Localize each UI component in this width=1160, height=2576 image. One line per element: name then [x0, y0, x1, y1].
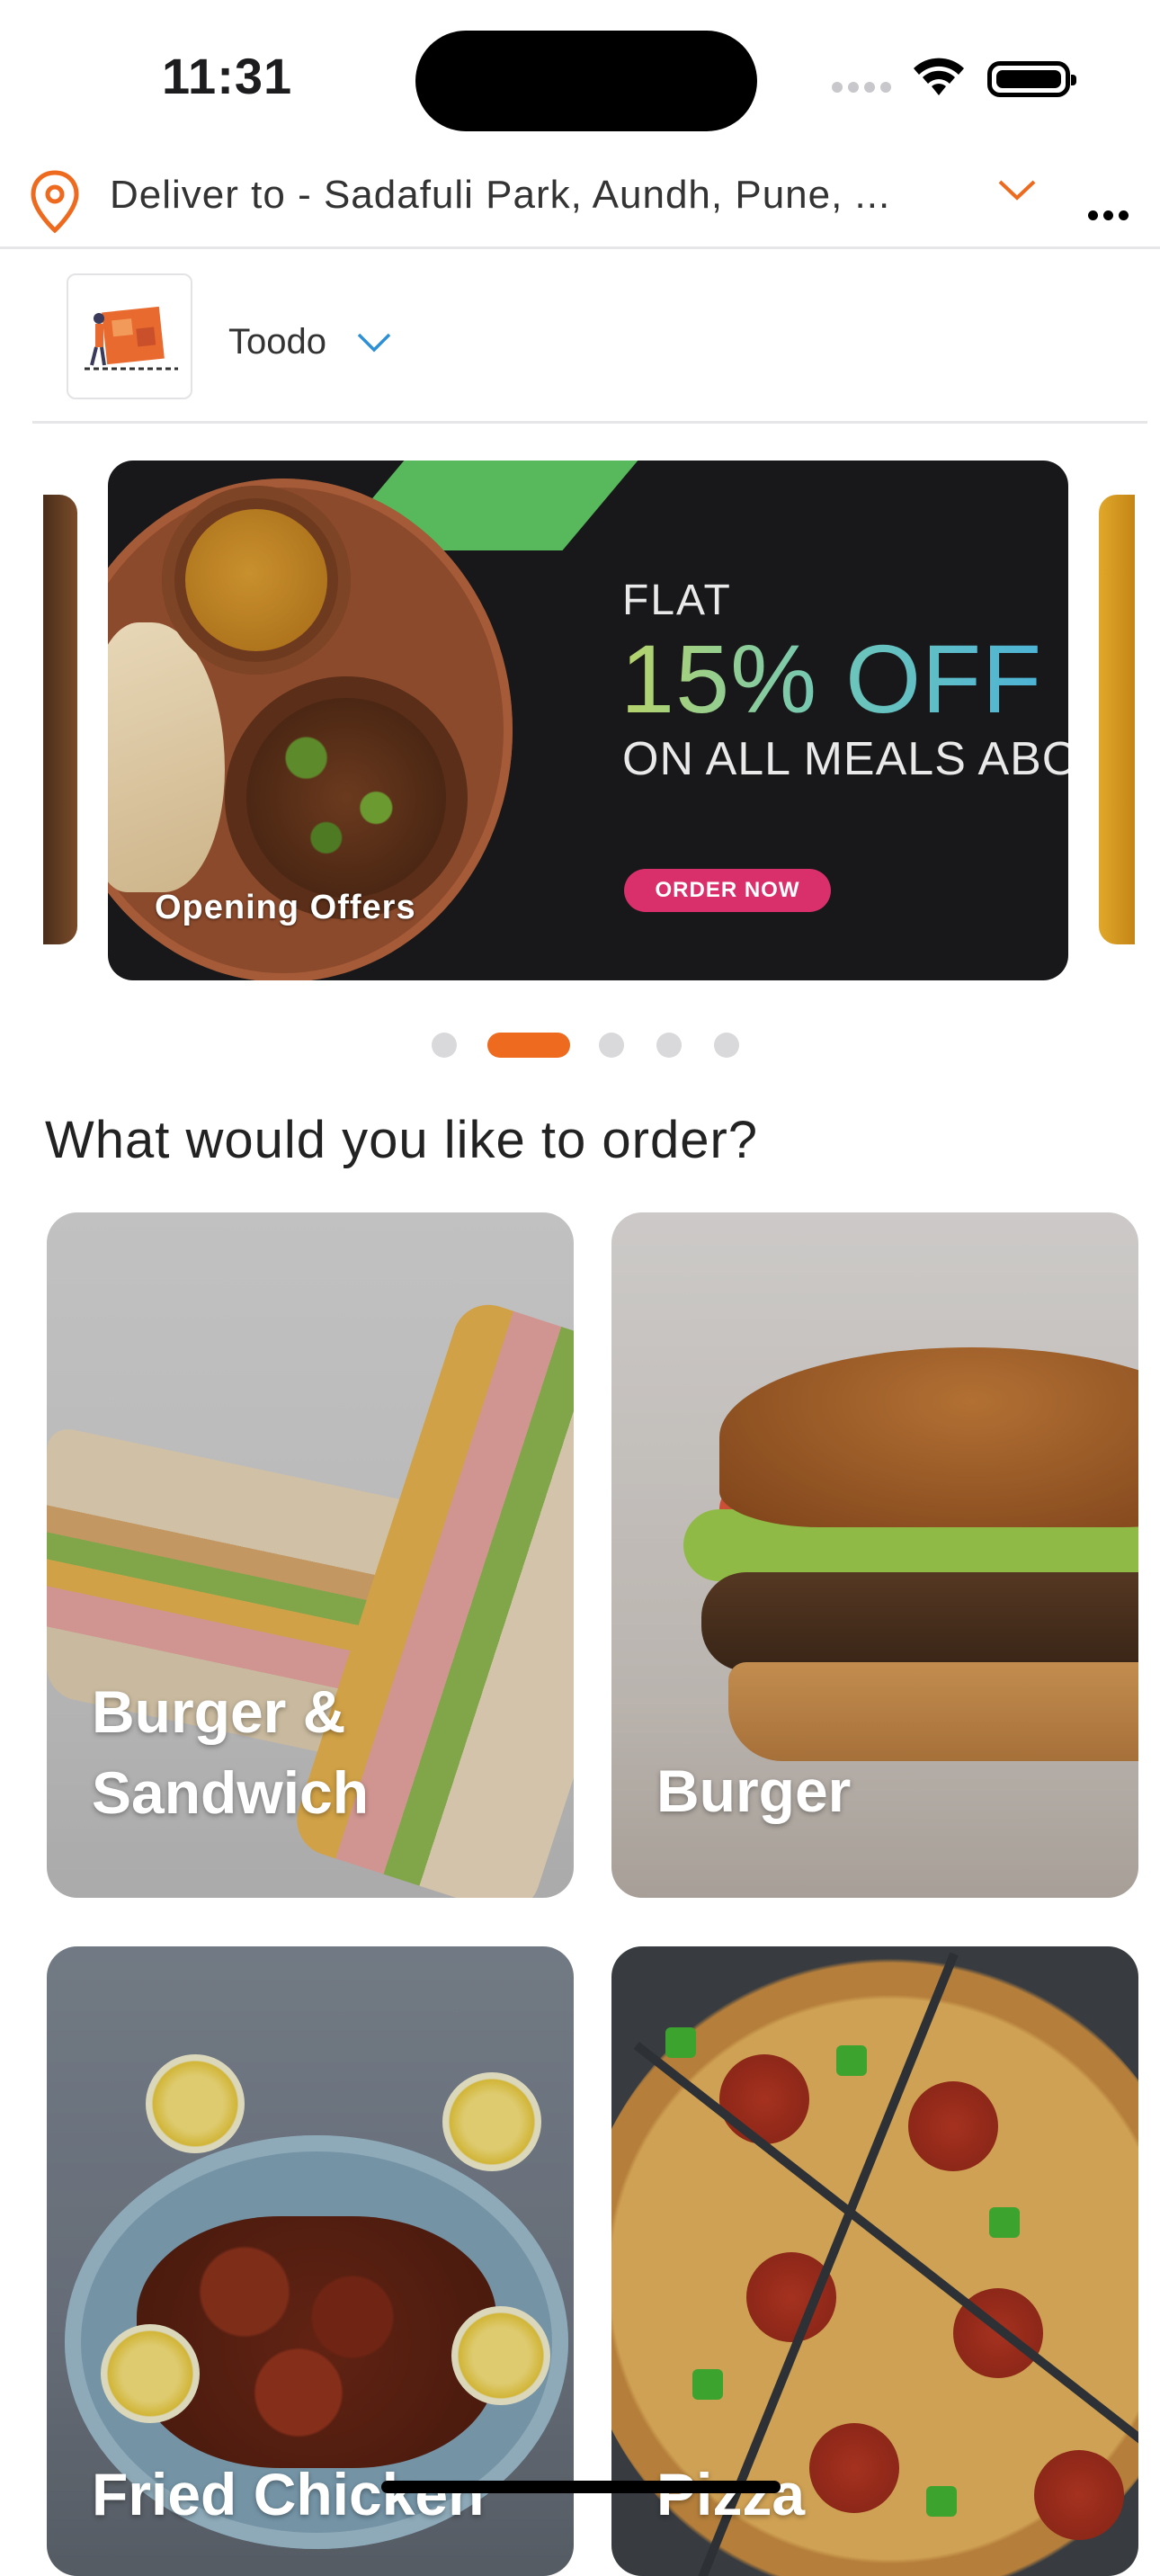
status-bar: 11:31	[0, 0, 1160, 144]
chevron-down-icon[interactable]	[356, 331, 392, 354]
cellular-signal-icon	[832, 81, 897, 101]
delivery-address-text[interactable]: Deliver to - Sadafuli Park, Aundh, Pune,…	[110, 173, 946, 218]
category-label: Fried Chicken	[92, 2461, 485, 2527]
category-card-burger-sandwich[interactable]: Burger & Sandwich	[47, 1212, 574, 1898]
banner-meals-text: ON ALL MEALS ABOV	[622, 733, 1068, 785]
store-selector[interactable]: Toodo	[32, 270, 1147, 424]
store-name[interactable]: Toodo	[228, 322, 326, 362]
home-indicator[interactable]	[381, 2481, 781, 2493]
store-logo	[67, 273, 192, 399]
order-now-button[interactable]: ORDER NOW	[624, 869, 831, 912]
battery-icon	[987, 61, 1076, 97]
delivery-address-bar[interactable]: Deliver to - Sadafuli Park, Aundh, Pune,…	[0, 153, 1160, 249]
section-title: What would you like to order?	[45, 1111, 759, 1169]
offers-carousel[interactable]: FLAT 15% OFF ON ALL MEALS ABOV ORDER NOW…	[0, 461, 1160, 980]
page-dot[interactable]	[599, 1033, 624, 1058]
page-dot-active[interactable]	[487, 1033, 570, 1058]
category-card-burger[interactable]: Burger	[611, 1212, 1138, 1898]
offer-banner[interactable]: FLAT 15% OFF ON ALL MEALS ABOV ORDER NOW…	[108, 461, 1068, 980]
carousel-previous-slide[interactable]	[43, 495, 77, 944]
carousel-page-indicator[interactable]	[432, 1033, 755, 1060]
banner-label: Opening Offers	[155, 889, 416, 926]
category-label: Pizza	[656, 2461, 806, 2527]
page-dot[interactable]	[656, 1033, 682, 1058]
banner-offer-text: 15% OFF	[620, 624, 1043, 733]
page-dot[interactable]	[432, 1033, 457, 1058]
dynamic-island	[415, 31, 757, 131]
category-label: Burger & Sandwich	[92, 1678, 370, 1826]
carousel-next-slide[interactable]	[1099, 495, 1135, 944]
location-pin-icon	[31, 170, 79, 234]
status-time: 11:31	[162, 48, 293, 104]
more-options-icon[interactable]	[1088, 209, 1135, 221]
chevron-down-icon[interactable]	[996, 176, 1038, 203]
banner-flat-text: FLAT	[622, 577, 732, 624]
category-label: Burger	[656, 1758, 852, 1824]
page-dot[interactable]	[714, 1033, 739, 1058]
wifi-icon	[914, 58, 964, 95]
